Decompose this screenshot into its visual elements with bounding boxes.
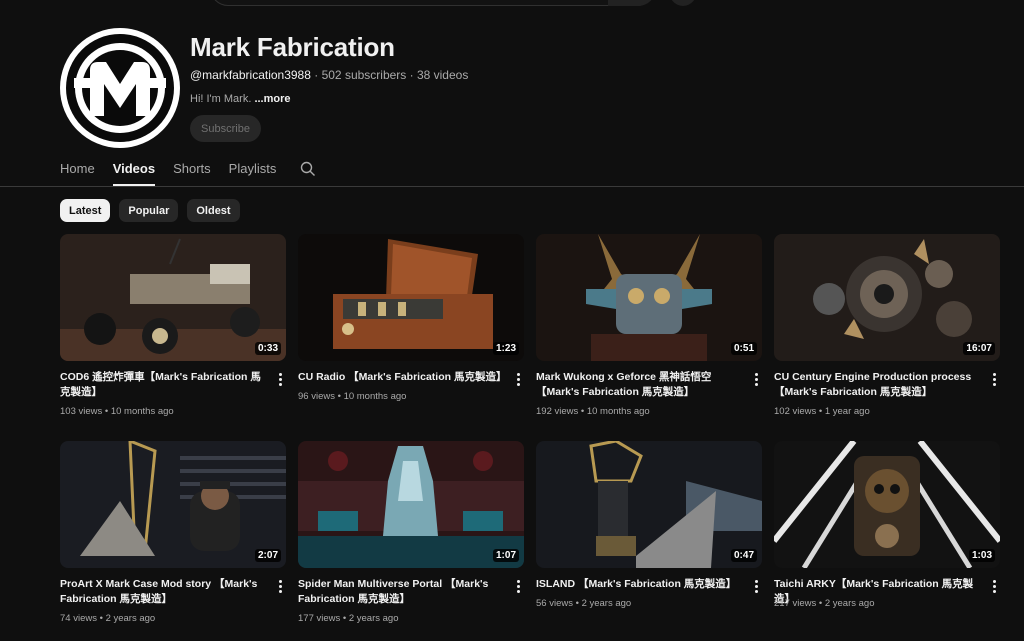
- more-actions-icon[interactable]: [512, 371, 524, 387]
- subscribe-button[interactable]: Subscribe: [190, 115, 261, 142]
- video-title[interactable]: CU Century Engine Production process 【Ma…: [774, 370, 978, 400]
- voice-search-button[interactable]: [668, 0, 698, 6]
- video-meta: 56 views • 2 years ago: [536, 598, 632, 609]
- more-actions-icon[interactable]: [750, 578, 762, 594]
- channel-avatar[interactable]: [60, 28, 180, 148]
- more-link[interactable]: ...more: [254, 93, 290, 105]
- video-thumbnail[interactable]: 0:47: [536, 441, 762, 568]
- tab-playlists[interactable]: Playlists: [229, 154, 277, 186]
- more-actions-icon[interactable]: [274, 371, 286, 387]
- more-actions-icon[interactable]: [988, 371, 1000, 387]
- video-duration: 0:47: [730, 549, 757, 562]
- tab-shorts[interactable]: Shorts: [173, 154, 211, 186]
- video-duration: 0:51: [730, 342, 757, 355]
- video-card[interactable]: 0:33 COD6 遙控炸彈車【Mark's Fabrication 馬克製造】…: [60, 234, 286, 417]
- video-thumbnail[interactable]: 0:51: [536, 234, 762, 361]
- more-actions-icon[interactable]: [750, 371, 762, 387]
- video-card[interactable]: 1:07 Spider Man Multiverse Portal 【Mark'…: [298, 441, 524, 624]
- more-actions-icon[interactable]: [274, 578, 286, 594]
- channel-search-icon[interactable]: [300, 154, 320, 186]
- video-duration: 1:03: [968, 549, 995, 562]
- video-title[interactable]: ProArt X Mark Case Mod story 【Mark's Fab…: [60, 577, 264, 607]
- channel-description-text: Hi! I'm Mark.: [190, 93, 255, 105]
- video-thumbnail[interactable]: 16:07: [774, 234, 1000, 361]
- video-thumbnail[interactable]: 1:07: [298, 441, 524, 568]
- video-card[interactable]: 1:03 Taichi ARKY【Mark's Fabrication 馬克製造…: [774, 441, 1000, 609]
- video-title[interactable]: Spider Man Multiverse Portal 【Mark's Fab…: [298, 577, 502, 607]
- video-title[interactable]: Mark Wukong x Geforce 黑神話悟空【Mark's Fabri…: [536, 370, 740, 400]
- channel-meta: @markfabrication3988 · 502 subscribers ·…: [190, 68, 468, 82]
- chip-oldest[interactable]: Oldest: [187, 199, 240, 222]
- video-duration: 2:07: [254, 549, 281, 562]
- video-card[interactable]: 1:23 CU Radio 【Mark's Fabrication 馬克製造】 …: [298, 234, 524, 402]
- video-meta: 192 views • 10 months ago: [536, 406, 650, 417]
- channel-title: Mark Fabrication: [190, 32, 395, 62]
- search-box[interactable]: [210, 0, 655, 6]
- video-meta: 96 views • 10 months ago: [298, 391, 407, 402]
- video-card[interactable]: 0:47 ISLAND 【Mark's Fabrication 馬克製造】 56…: [536, 441, 762, 609]
- video-title[interactable]: COD6 遙控炸彈車【Mark's Fabrication 馬克製造】: [60, 370, 264, 400]
- channel-handle: @markfabrication3988: [190, 68, 311, 82]
- video-card[interactable]: 2:07 ProArt X Mark Case Mod story 【Mark'…: [60, 441, 286, 624]
- video-duration: 0:33: [254, 342, 281, 355]
- channel-stats: · 502 subscribers · 38 videos: [310, 68, 469, 82]
- more-actions-icon[interactable]: [512, 578, 524, 594]
- video-card[interactable]: 0:51 Mark Wukong x Geforce 黑神話悟空【Mark's …: [536, 234, 762, 417]
- video-title[interactable]: CU Radio 【Mark's Fabrication 馬克製造】: [298, 370, 506, 385]
- video-meta: 74 views • 2 years ago: [60, 613, 156, 624]
- video-thumbnail[interactable]: 1:23: [298, 234, 524, 361]
- video-meta: 217 views • 2 years ago: [774, 598, 875, 609]
- search-button[interactable]: [608, 0, 656, 6]
- video-card[interactable]: 16:07 CU Century Engine Production proce…: [774, 234, 1000, 417]
- video-duration: 1:23: [492, 342, 519, 355]
- channel-description[interactable]: Hi! I'm Mark. ...more: [190, 93, 291, 105]
- channel-logo: [66, 34, 174, 142]
- video-duration: 1:07: [492, 549, 519, 562]
- chip-latest[interactable]: Latest: [60, 199, 111, 222]
- video-thumbnail[interactable]: 0:33: [60, 234, 286, 361]
- video-title[interactable]: ISLAND 【Mark's Fabrication 馬克製造】: [536, 577, 740, 592]
- video-thumbnail[interactable]: 2:07: [60, 441, 286, 568]
- filter-chips: Latest Popular Oldest: [60, 199, 249, 222]
- video-meta: 177 views • 2 years ago: [298, 613, 399, 624]
- video-thumbnail[interactable]: 1:03: [774, 441, 1000, 568]
- video-meta: 102 views • 1 year ago: [774, 406, 870, 417]
- tab-videos[interactable]: Videos: [112, 154, 156, 186]
- video-duration: 16:07: [963, 342, 995, 355]
- chip-popular[interactable]: Popular: [119, 199, 179, 222]
- tabs-divider: [0, 186, 1024, 187]
- more-actions-icon[interactable]: [988, 578, 1000, 594]
- video-meta: 103 views • 10 months ago: [60, 406, 174, 417]
- channel-tabs: Home Videos Shorts Playlists: [60, 154, 320, 186]
- tab-home[interactable]: Home: [60, 154, 95, 186]
